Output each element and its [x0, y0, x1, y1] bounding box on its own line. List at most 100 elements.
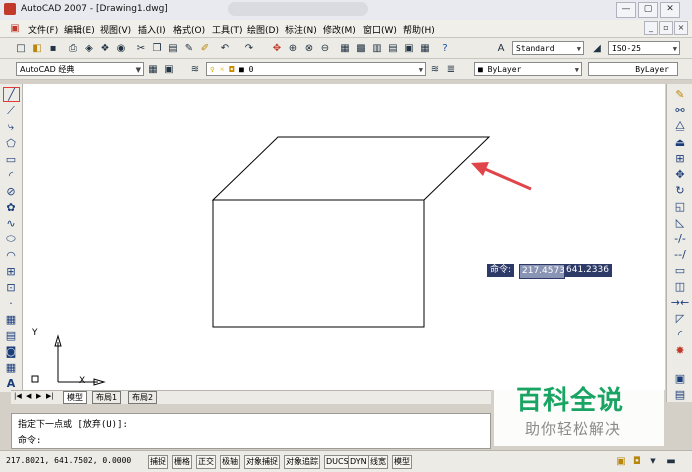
workspace-select[interactable]: AutoCAD 经典 ▼ [16, 62, 144, 76]
tab-model[interactable]: 模型 [63, 391, 87, 404]
polyline-icon[interactable]: ⤷ [3, 120, 19, 134]
zoom-realtime-icon[interactable]: ⊕ [286, 41, 300, 55]
doc-close-button[interactable]: × [674, 21, 688, 35]
doc-restore-button[interactable]: ▫ [659, 21, 673, 35]
workspace-settings-icon[interactable]: ▦ [146, 62, 160, 76]
close-button[interactable]: ✕ [660, 2, 680, 18]
osnap-toggle[interactable]: 对象捕捉 [244, 455, 280, 469]
copy-icon[interactable]: ❐ [150, 41, 164, 55]
menu-file[interactable]: 文件(F) [28, 23, 58, 36]
otrack-toggle[interactable]: 对象追踪 [284, 455, 320, 469]
plot-preview-icon[interactable]: ◈ [82, 41, 96, 55]
color-select[interactable]: ■ ByLayer ▼ [474, 62, 582, 76]
break-icon[interactable]: ◫ [672, 279, 688, 293]
pan-icon[interactable]: ✥ [270, 41, 284, 55]
tab-nav-first-icon[interactable]: |◀ [14, 392, 22, 400]
menu-edit[interactable]: 编辑(E) [64, 23, 95, 36]
hatch-icon[interactable]: ▦ [3, 312, 19, 326]
copy-object-icon[interactable]: ⚯ [672, 103, 688, 117]
menu-tools[interactable]: 工具(T) [212, 23, 243, 36]
spline-icon[interactable]: ∿ [3, 216, 19, 230]
table-icon[interactable]: ▦ [3, 360, 19, 374]
new-icon[interactable]: □ [14, 41, 28, 55]
explode-icon[interactable]: ✸ [672, 343, 688, 357]
offset-icon[interactable]: ⏏ [672, 135, 688, 149]
grid-toggle[interactable]: 栅格 [172, 455, 192, 469]
help-icon[interactable]: ? [438, 41, 452, 55]
tab-nav-last-icon[interactable]: ▶| [46, 392, 54, 400]
chamfer-icon[interactable]: ◸ [672, 311, 688, 325]
command-window[interactable]: 指定下一点或 [放弃(U)]: 命令: [11, 413, 491, 449]
workspace-save-icon[interactable]: ▣ [162, 62, 176, 76]
tab-layout1[interactable]: 布局1 [92, 391, 122, 404]
maximize-button[interactable]: ▢ [638, 2, 658, 18]
cut-icon[interactable]: ✂ [134, 41, 148, 55]
layer-manager-icon[interactable]: ≋ [188, 62, 202, 76]
doc-minimize-button[interactable]: _ [644, 21, 658, 35]
menu-help[interactable]: 帮助(H) [403, 23, 435, 36]
calculator-icon[interactable]: ▦ [418, 41, 432, 55]
properties-icon[interactable]: ▦ [338, 41, 352, 55]
break-at-point-icon[interactable]: ▭ [672, 263, 688, 277]
zoom-window-icon[interactable]: ⊗ [302, 41, 316, 55]
menu-modify[interactable]: 修改(M) [323, 23, 356, 36]
clean-screen-icon[interactable]: ▬ [664, 454, 678, 468]
design-center-icon[interactable]: ▩ [354, 41, 368, 55]
tab-nav-next-icon[interactable]: ▶ [36, 392, 41, 400]
block-editor-icon[interactable]: ✐ [198, 41, 212, 55]
lock-icon[interactable]: ◘ [630, 454, 644, 468]
linetype-select[interactable]: ByLayer [588, 62, 678, 76]
polar-toggle[interactable]: 极轴 [220, 455, 240, 469]
paste-icon[interactable]: ▤ [166, 41, 180, 55]
stretch-icon[interactable]: ◺ [672, 215, 688, 229]
extend-icon[interactable]: --/ [672, 247, 688, 261]
point-icon[interactable]: · [3, 296, 19, 310]
lineweight-toggle[interactable]: 线宽 [368, 455, 388, 469]
publish-icon[interactable]: ❖ [98, 41, 112, 55]
snap-toggle[interactable]: 捕捉 [148, 455, 168, 469]
menu-draw[interactable]: 绘图(D) [247, 23, 279, 36]
multiline-text-icon[interactable]: A [3, 376, 19, 390]
erase-icon[interactable]: ✎ [672, 87, 688, 101]
chevron-down-icon[interactable]: ▼ [646, 454, 660, 468]
redo-icon[interactable]: ↷ [242, 41, 256, 55]
markup-icon[interactable]: ▣ [402, 41, 416, 55]
tray-settings-icon[interactable]: ▣ [614, 454, 628, 468]
dim-style-select[interactable]: ISO-25 ▼ [608, 41, 680, 55]
ortho-toggle[interactable]: 正交 [196, 455, 216, 469]
menu-window[interactable]: 窗口(W) [363, 23, 397, 36]
move-icon[interactable]: ✥ [672, 167, 688, 181]
scale-icon[interactable]: ◱ [672, 199, 688, 213]
text-style-select[interactable]: Standard ▼ [512, 41, 584, 55]
line-tool-icon[interactable]: ╱ [3, 87, 20, 102]
dynamic-input-y-field[interactable]: 641.2336 [564, 264, 612, 277]
gradient-icon[interactable]: ▤ [3, 328, 19, 342]
model-toggle[interactable]: 模型 [392, 455, 412, 469]
undo-icon[interactable]: ↶ [218, 41, 232, 55]
insert-block-icon[interactable]: ⊞ [3, 264, 19, 278]
fillet-icon[interactable]: ◜ [672, 327, 688, 341]
rectangle-icon[interactable]: ▭ [3, 152, 19, 166]
layer-previous-icon[interactable]: ≣ [444, 62, 458, 76]
menu-insert[interactable]: 插入(I) [138, 23, 166, 36]
minimize-button[interactable]: — [616, 2, 636, 18]
ellipse-arc-icon[interactable]: ◠ [3, 248, 19, 262]
dynamic-input-x-field[interactable]: 217.4573 [519, 264, 565, 279]
array-icon[interactable]: ⊞ [672, 151, 688, 165]
join-icon[interactable]: →← [671, 295, 689, 309]
menu-dimension[interactable]: 标注(N) [285, 23, 317, 36]
tool-palettes-icon[interactable]: ▥ [370, 41, 384, 55]
dyn-toggle[interactable]: DYN [348, 455, 369, 469]
menu-view[interactable]: 视图(V) [100, 23, 131, 36]
tab-nav-prev-icon[interactable]: ◀ [26, 392, 31, 400]
draworder-icon[interactable]: ▣ [672, 371, 688, 385]
trim-icon[interactable]: -/- [672, 231, 688, 245]
save-icon[interactable]: ▪ [46, 41, 60, 55]
drawing-canvas[interactable]: Y X [23, 84, 665, 390]
make-block-icon[interactable]: ⊡ [3, 280, 19, 294]
rotate-icon[interactable]: ↻ [672, 183, 688, 197]
ducs-toggle[interactable]: DUCS [324, 455, 351, 469]
text-edit-icon[interactable]: ▤ [672, 387, 688, 401]
mirror-icon[interactable]: ⧋ [672, 119, 688, 133]
sheet-set-icon[interactable]: ▤ [386, 41, 400, 55]
